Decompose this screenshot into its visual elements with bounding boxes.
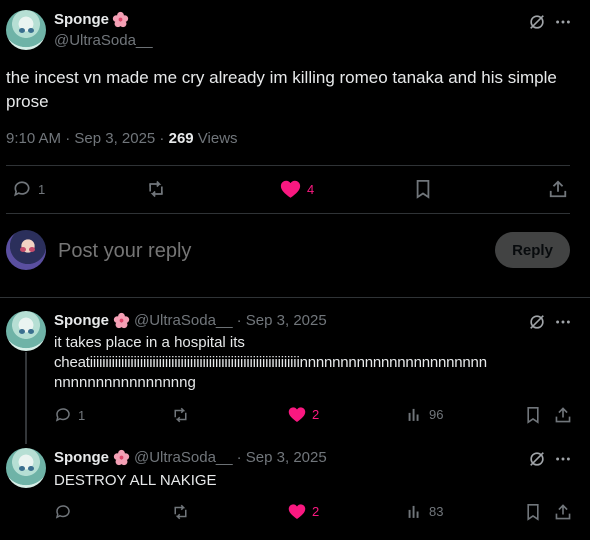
views-count: 83 <box>429 504 444 519</box>
views-icon <box>407 503 423 520</box>
author-handle[interactable]: @UltraSoda__ <box>134 312 233 329</box>
author-handle[interactable]: @UltraSoda__ <box>134 449 233 466</box>
share-icon[interactable] <box>554 503 572 521</box>
reply-button[interactable] <box>54 503 78 521</box>
share-icon[interactable] <box>548 179 568 199</box>
reply-text: DESTROY ALL NAKIGE <box>54 472 217 489</box>
reply-text-line: nnnnnnnnnnnnnnnng <box>54 374 196 391</box>
reply-button[interactable]: 1 <box>54 406 85 424</box>
reply-input[interactable] <box>56 236 480 266</box>
like-count: 4 <box>307 181 315 197</box>
reply-count: 1 <box>38 181 46 197</box>
like-button[interactable]: 2 <box>288 503 319 520</box>
hibiscus-icon <box>113 312 130 329</box>
reply-text: it takes place in a hospital its cheatii… <box>54 333 586 393</box>
more-icon[interactable] <box>554 450 572 468</box>
reply-text-line: cheatiiiiiiiiiiiiiiiiiiiiiiiiiiiiiiiiiii… <box>54 354 487 371</box>
reply-date[interactable]: · Sep 3, 2025 <box>237 312 327 329</box>
post-text: the incest vn made me cry already im kil… <box>6 68 557 111</box>
reply-submit-button[interactable]: Reply <box>495 232 570 268</box>
bookmark-icon[interactable] <box>414 179 432 199</box>
bookmark-icon[interactable] <box>525 406 541 424</box>
share-icon[interactable] <box>554 406 572 424</box>
repost-icon[interactable] <box>171 503 190 521</box>
reply-date[interactable]: · Sep 3, 2025 <box>237 449 327 466</box>
post-meta: 9:10 AM · Sep 3, 2025 · 269 Views <box>6 130 238 147</box>
avatar[interactable] <box>6 311 46 351</box>
more-icon[interactable] <box>554 313 572 331</box>
like-button[interactable]: 4 <box>280 179 314 199</box>
author-name[interactable]: Sponge <box>54 449 109 466</box>
views-button[interactable]: 83 <box>407 503 443 520</box>
author-handle[interactable]: @UltraSoda__ <box>54 32 153 49</box>
heart-icon <box>288 503 306 520</box>
views-button[interactable]: 96 <box>407 406 443 423</box>
hibiscus-icon <box>112 11 129 28</box>
like-button[interactable]: 2 <box>288 406 319 423</box>
grok-icon[interactable] <box>528 313 546 331</box>
reply-icon <box>54 503 72 521</box>
like-count: 2 <box>312 504 320 519</box>
reply-text-line: it takes place in a hospital its <box>54 334 245 351</box>
avatar[interactable] <box>6 448 46 488</box>
heart-icon <box>280 179 301 199</box>
avatar[interactable] <box>6 10 46 50</box>
repost-icon[interactable] <box>171 406 190 424</box>
views-count: 96 <box>429 407 444 422</box>
grok-icon[interactable] <box>528 13 546 31</box>
views-icon <box>407 406 423 423</box>
reply-icon <box>54 406 72 424</box>
post-timestamp[interactable]: 9:10 AM · Sep 3, 2025 · <box>6 130 169 147</box>
reply-button[interactable]: 1 <box>12 179 45 199</box>
repost-button[interactable] <box>145 179 173 199</box>
heart-icon <box>288 406 306 423</box>
reply-header: Sponge @UltraSoda__ · Sep 3, 2025 <box>54 449 327 466</box>
repost-icon <box>145 179 167 199</box>
views-label: Views <box>193 130 238 147</box>
grok-icon[interactable] <box>528 450 546 468</box>
more-icon[interactable] <box>554 13 572 31</box>
my-avatar[interactable] <box>6 230 46 270</box>
views-count: 269 <box>168 130 194 147</box>
like-count: 2 <box>312 407 320 422</box>
author-name[interactable]: Sponge <box>54 312 109 329</box>
reply-header: Sponge @UltraSoda__ · Sep 3, 2025 <box>54 312 327 329</box>
author-name[interactable]: Sponge <box>54 11 109 28</box>
bookmark-icon[interactable] <box>525 503 541 521</box>
reply-icon <box>12 179 32 199</box>
reply-count: 1 <box>78 407 86 423</box>
hibiscus-icon <box>113 449 130 466</box>
thread-line <box>25 352 27 444</box>
